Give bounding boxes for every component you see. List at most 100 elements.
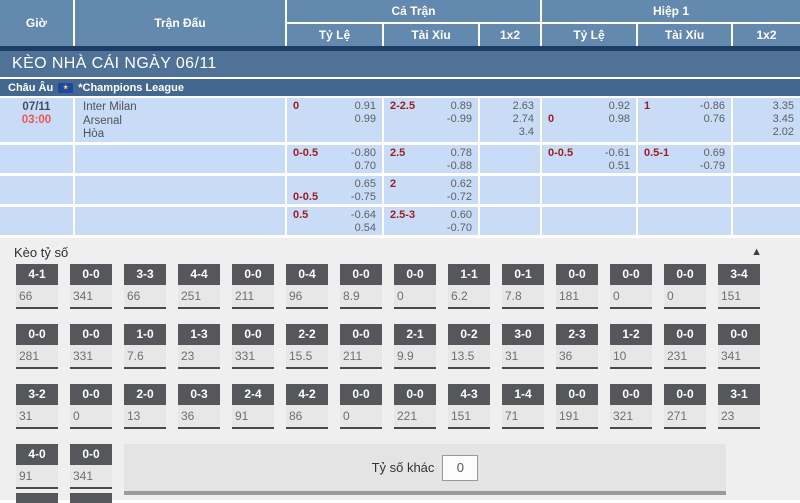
score-cell[interactable]: 0-0331 [232,324,274,369]
score-cell[interactable]: 0-00 [394,264,436,309]
score-odds[interactable]: 0 [664,285,706,309]
score-cell[interactable]: 0-0281 [16,324,58,369]
score-cell[interactable]: 2-013 [124,384,166,429]
score-odds[interactable]: 6.2 [448,285,490,309]
score-odds[interactable]: 151 [448,405,490,429]
score-cell[interactable]: 0-00 [610,264,652,309]
ft-1x2-cell[interactable]: 2.632.743.4 [480,98,540,142]
ft-over-under-cell[interactable]: 2.5-30.60-0.70 [384,207,478,235]
ft-over-under-cell[interactable]: 2-2.50.89-0.99 [384,98,478,142]
score-cell[interactable]: 2-215.5 [286,324,328,369]
score-cell[interactable]: 1-323 [178,324,220,369]
score-odds[interactable]: 341 [718,345,760,369]
score-odds[interactable]: 8.9 [340,285,382,309]
score-odds[interactable]: 71 [502,405,544,429]
score-cell[interactable]: 4-4251 [178,264,220,309]
score-odds[interactable]: 13.5 [448,345,490,369]
score-odds[interactable]: 231 [664,345,706,369]
score-odds[interactable]: 181 [556,285,598,309]
h1-handicap-cell[interactable]: 0-0.5-0.610.51 [542,145,636,173]
score-odds[interactable]: 271 [664,405,706,429]
score-odds[interactable]: 9.9 [394,345,436,369]
ft-handicap-cell[interactable]: 0-0.50.65-0.75 [287,176,382,204]
score-odds[interactable]: 66 [16,285,58,309]
score-odds[interactable]: 191 [556,405,598,429]
score-cell[interactable]: 0-0341 [70,444,112,489]
score-cell[interactable]: 0-0321 [610,384,652,429]
collapse-arrow-icon[interactable]: ▲ [751,246,762,258]
score-odds[interactable]: 0 [340,405,382,429]
score-cell[interactable]: 0-0191 [556,384,598,429]
score-cell[interactable]: 1-471 [502,384,544,429]
score-odds[interactable]: 211 [340,345,382,369]
score-cell[interactable]: 0-08.9 [340,264,382,309]
score-cell[interactable]: 2-19.9 [394,324,436,369]
score-cell[interactable]: 0-0211 [232,264,274,309]
score-odds[interactable]: 0 [394,285,436,309]
score-cell[interactable]: 0-00 [70,384,112,429]
score-cell[interactable]: 3-031 [502,324,544,369]
score-odds[interactable]: 66 [124,285,166,309]
score-cell[interactable]: 0-0341 [70,264,112,309]
score-cell[interactable]: 4-091 [16,444,58,489]
score-odds[interactable]: 31 [16,405,58,429]
score-cell[interactable]: 3-4151 [718,264,760,309]
score-odds[interactable]: 91 [232,405,274,429]
h1-handicap-cell[interactable]: 00.920.98 [542,98,636,142]
h1-over-under-cell[interactable]: 1-0.860.76 [638,98,731,142]
score-cell[interactable]: 3-123 [718,384,760,429]
score-odds[interactable]: 151 [718,285,760,309]
score-cell[interactable]: 1-07.6 [124,324,166,369]
score-odds[interactable]: 211 [232,285,274,309]
score-odds[interactable]: 221 [394,405,436,429]
score-odds[interactable]: 7.6 [124,345,166,369]
score-cell[interactable]: 0-0181 [556,264,598,309]
score-odds[interactable]: 91 [16,465,58,489]
score-cell[interactable]: 0-0231 [664,324,706,369]
h1-over-under-cell[interactable]: 0.5-10.69-0.79 [638,145,731,173]
score-cell[interactable]: 0-0331 [70,324,112,369]
score-cell[interactable]: 0-0221 [394,384,436,429]
score-odds[interactable]: 331 [232,345,274,369]
score-cell[interactable]: 0-00 [664,264,706,309]
score-cell[interactable]: 3-366 [124,264,166,309]
score-cell[interactable]: 4-3151 [448,384,490,429]
score-odds[interactable]: 36 [556,345,598,369]
score-odds[interactable]: 13 [124,405,166,429]
score-cell[interactable]: 1-210 [610,324,652,369]
h1-1x2-cell[interactable]: 3.353.452.02 [733,98,800,142]
score-cell[interactable]: 0-0341 [718,324,760,369]
score-cell[interactable]: 0-00 [340,384,382,429]
ft-handicap-cell[interactable]: 0-0.5-0.800.70 [287,145,382,173]
score-cell[interactable]: 0-336 [178,384,220,429]
ft-over-under-cell[interactable]: 20.62-0.72 [384,176,478,204]
ft-handicap-cell[interactable]: 0.5-0.640.54 [287,207,382,235]
score-odds[interactable]: 7.8 [502,285,544,309]
score-odds[interactable]: 10 [610,345,652,369]
score-odds[interactable]: 321 [610,405,652,429]
score-odds[interactable]: 341 [70,465,112,489]
ft-over-under-cell[interactable]: 2.50.78-0.88 [384,145,478,173]
score-cell[interactable]: 0-496 [286,264,328,309]
score-odds[interactable]: 0 [70,405,112,429]
score-cell[interactable]: 2-336 [556,324,598,369]
score-cell[interactable]: 0-213.5 [448,324,490,369]
score-odds[interactable]: 0 [610,285,652,309]
score-cell[interactable]: 0-0271 [664,384,706,429]
score-odds[interactable]: 96 [286,285,328,309]
score-odds[interactable]: 281 [16,345,58,369]
score-cell[interactable]: 0-17.8 [502,264,544,309]
score-odds[interactable]: 341 [70,285,112,309]
score-odds[interactable]: 23 [178,345,220,369]
score-odds[interactable]: 15.5 [286,345,328,369]
score-cell[interactable]: 3-231 [16,384,58,429]
score-odds[interactable]: 23 [718,405,760,429]
score-cell[interactable]: 2-491 [232,384,274,429]
score-odds[interactable]: 331 [70,345,112,369]
score-odds[interactable]: 31 [502,345,544,369]
score-cell[interactable]: 1-16.2 [448,264,490,309]
score-odds[interactable]: 86 [286,405,328,429]
score-odds[interactable]: 251 [178,285,220,309]
score-odds[interactable]: 36 [178,405,220,429]
score-cell[interactable]: 4-286 [286,384,328,429]
